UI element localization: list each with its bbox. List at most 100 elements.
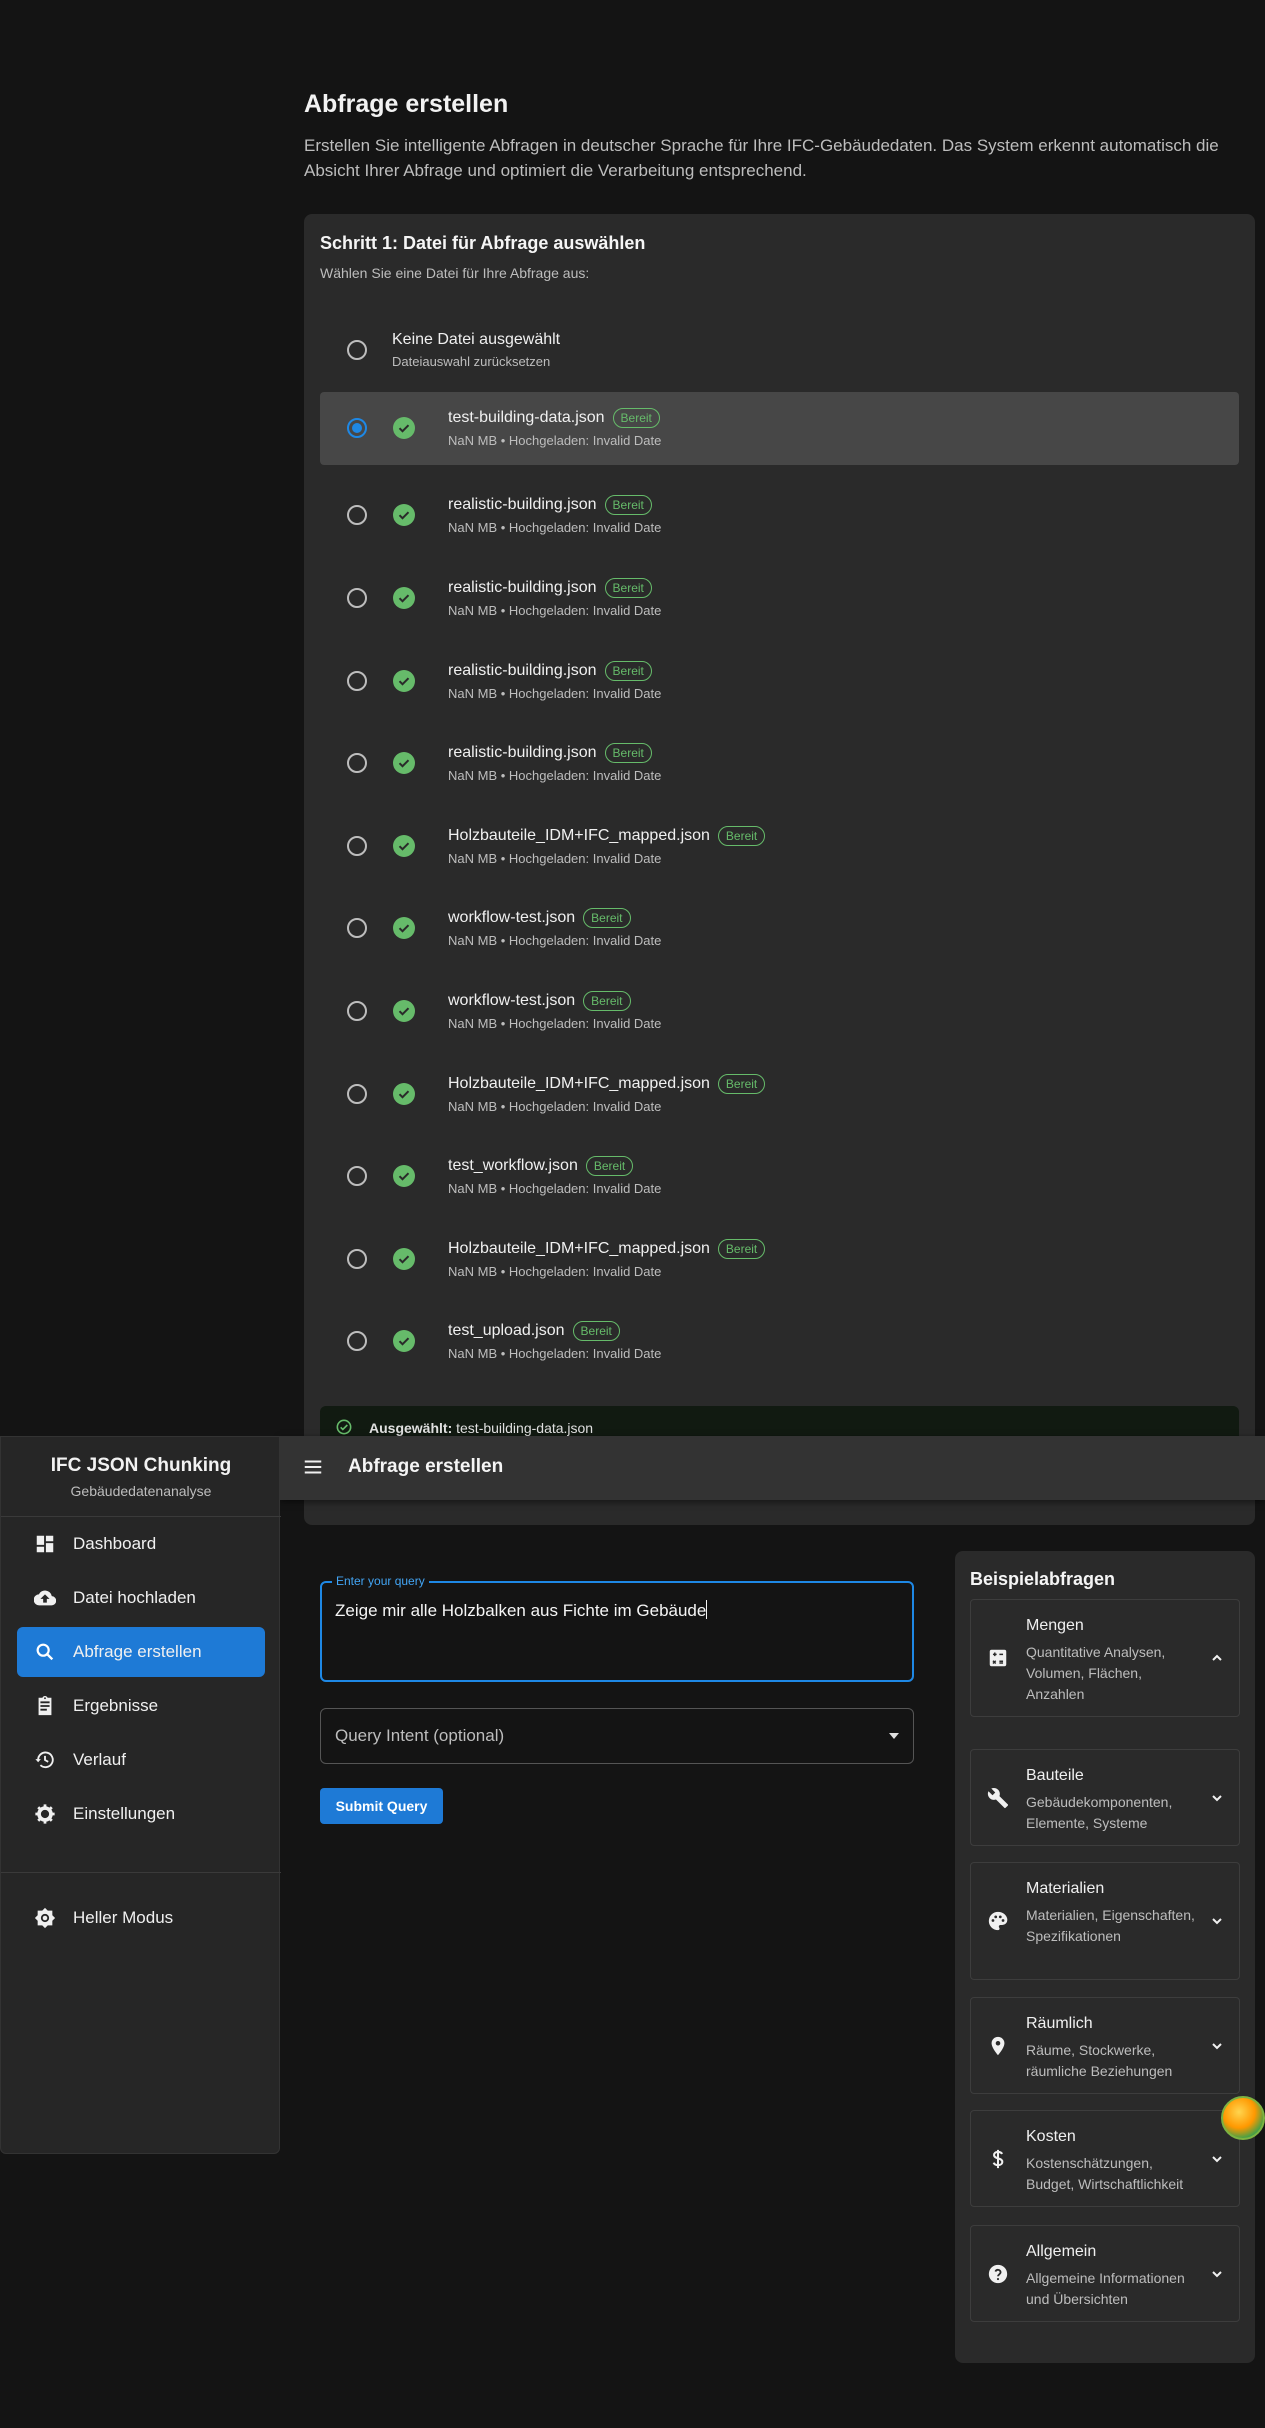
file-option[interactable]: realistic-building.json Bereit NaN MB • Ho…	[320, 722, 1239, 805]
radio-button[interactable]	[347, 753, 367, 774]
app-bar-title: Abfrage erstellen	[348, 1456, 504, 1477]
query-intent-placeholder: Query Intent (optional)	[335, 1726, 505, 1745]
sidebar-item-results[interactable]: Ergebnisse	[17, 1681, 265, 1731]
radio-button[interactable]	[347, 1083, 367, 1104]
page-title: Abfrage erstellen	[304, 90, 509, 118]
radio-button[interactable]	[347, 340, 367, 361]
check-circle-icon	[393, 1000, 415, 1023]
hamburger-menu-icon[interactable]	[302, 1456, 324, 1478]
status-badge: Bereit	[572, 1321, 620, 1342]
file-option[interactable]: Holzbauteile_IDM+IFC_mapped.json Bereit Na…	[320, 805, 1239, 888]
example-category-kosten[interactable]: Kosten Kostenschätzungen, Budget, Wirtsc…	[970, 2110, 1240, 2207]
file-option[interactable]: realistic-building.json Bereit NaN MB • Ho…	[320, 557, 1239, 640]
file-option[interactable]: realistic-building.json Bereit NaN MB • Ho…	[320, 639, 1239, 722]
check-circle-icon	[393, 752, 415, 775]
query-intent-select[interactable]: Query Intent (optional)	[320, 1708, 914, 1764]
file-option[interactable]: realistic-building.json Bereit NaN MB • Ho…	[320, 474, 1239, 557]
sidebar-item-query[interactable]: Abfrage erstellen	[17, 1627, 265, 1677]
chevron-down-icon[interactable]	[1211, 2268, 1223, 2280]
floating-avatar[interactable]	[1221, 2096, 1265, 2140]
radio-button[interactable]	[347, 505, 367, 526]
category-name: Räumlich	[1026, 2015, 1093, 2032]
file-name: Holzbauteile_IDM+IFC_mapped.json	[448, 826, 710, 844]
page-header: Abfrage erstellen Erstellen Sie intellig…	[304, 90, 1234, 183]
file-option[interactable]: Holzbauteile_IDM+IFC_mapped.json Bereit Na…	[320, 1052, 1239, 1135]
file-selection-card: Schritt 1: Datei für Abfrage auswählen W…	[304, 214, 1255, 1525]
status-badge: Bereit	[604, 660, 652, 681]
search-icon	[36, 1643, 54, 1661]
category-description: Räume, Stockwerke, räumliche Beziehungen	[1026, 2042, 1173, 2079]
category-description: Materialien, Eigenschaften, Spezifikatio…	[1026, 1907, 1195, 1944]
sidebar-item-label: Abfrage erstellen	[73, 1642, 202, 1661]
divider	[1, 1872, 281, 1873]
example-category-mengen[interactable]: Mengen Quantitative Analysen, Volumen, F…	[970, 1599, 1240, 1717]
status-badge: Bereit	[583, 991, 631, 1012]
category-name: Materialien	[1026, 1880, 1105, 1897]
radio-button[interactable]	[347, 588, 367, 609]
category-name: Kosten	[1026, 2128, 1076, 2145]
selected-file-name: test-building-data.json	[456, 1420, 594, 1436]
calculator-icon	[989, 1649, 1007, 1667]
sidebar-item-settings[interactable]: Einstellungen	[17, 1789, 265, 1839]
chevron-up-icon[interactable]	[1211, 1652, 1223, 1664]
selected-label: Ausgewählt:	[369, 1420, 453, 1436]
file-name: workflow-test.json	[448, 992, 576, 1010]
query-input-value[interactable]: Zeige mir alle Holzbalken aus Fichte im …	[335, 1601, 706, 1620]
file-option[interactable]: test-building-data.json Bereit NaN MB • Ho…	[320, 391, 1239, 465]
file-option[interactable]: test_upload.json Bereit NaN MB • Hochgelad…	[320, 1300, 1239, 1383]
file-option[interactable]: Holzbauteile_IDM+IFC_mapped.json Bereit Na…	[320, 1218, 1239, 1301]
brightness-icon	[34, 1907, 56, 1929]
sidebar-item-history[interactable]: Verlauf	[17, 1735, 265, 1785]
clipboard-icon	[38, 1695, 52, 1716]
file-option[interactable]: workflow-test.json Bereit NaN MB • Hochgel…	[320, 970, 1239, 1053]
check-circle-outline-icon	[336, 1419, 352, 1435]
sidebar-item-label: Ergebnisse	[73, 1696, 159, 1715]
sidebar-item-dashboard[interactable]: Dashboard	[17, 1519, 265, 1569]
check-circle-icon	[393, 1082, 415, 1105]
example-category-bauteile[interactable]: Bauteile Gebäudekomponenten, Elemente, S…	[970, 1749, 1240, 1846]
radio-button[interactable]	[347, 1331, 367, 1352]
location-pin-icon	[991, 2036, 1005, 2055]
file-meta: NaN MB • Hochgeladen: Invalid Date	[448, 433, 662, 449]
file-option[interactable]: workflow-test.json Bereit NaN MB • Hochgel…	[320, 887, 1239, 970]
example-category-allgemein[interactable]: Allgemein Allgemeine Informationen und Ü…	[970, 2225, 1240, 2322]
category-name: Mengen	[1026, 1617, 1084, 1634]
chevron-down-icon[interactable]	[1211, 2153, 1223, 2165]
query-input[interactable]: Enter your query Zeige mir alle Holzbalk…	[320, 1574, 914, 1682]
app-bar: Abfrage erstellen	[280, 1436, 1265, 1500]
step-subtitle: Wählen Sie eine Datei für Ihre Abfrage a…	[320, 265, 590, 281]
example-category-raeumlich[interactable]: Räumlich Räume, Stockwerke, räumliche Be…	[970, 1997, 1240, 2094]
radio-button[interactable]	[347, 1001, 367, 1022]
radio-button[interactable]	[347, 670, 367, 691]
query-input-label: Enter your query	[332, 1574, 429, 1588]
brand-subtitle: Gebäudedatenanalyse	[70, 1483, 212, 1499]
step-title: Schritt 1: Datei für Abfrage auswählen	[320, 233, 646, 253]
file-meta: NaN MB • Hochgeladen: Invalid Date	[448, 520, 662, 536]
chevron-down-icon[interactable]	[1211, 2040, 1223, 2052]
check-circle-icon	[393, 417, 415, 440]
file-meta: NaN MB • Hochgeladen: Invalid Date	[448, 768, 662, 784]
submit-query-button[interactable]: Submit Query	[320, 1788, 443, 1824]
radio-button[interactable]	[347, 418, 367, 439]
status-badge: Bereit	[583, 908, 631, 929]
category-description: Kostenschätzungen, Budget, Wirtschaftlic…	[1026, 2155, 1184, 2192]
chevron-down-icon[interactable]	[1211, 1792, 1223, 1804]
check-circle-icon	[393, 504, 415, 527]
file-name: test_workflow.json	[448, 1157, 578, 1175]
radio-button[interactable]	[347, 1248, 367, 1269]
sidebar-item-upload[interactable]: Datei hochladen	[17, 1573, 265, 1623]
sidebar-nav: Dashboard Datei hochladen Abfrage erstel…	[17, 1519, 265, 1843]
check-circle-icon	[393, 669, 415, 692]
example-category-materialien[interactable]: Materialien Materialien, Eigenschaften, …	[970, 1862, 1240, 1980]
file-option-none[interactable]: Keine Datei ausgewählt Dateiauswahl zurü…	[320, 309, 1239, 392]
radio-button[interactable]	[347, 918, 367, 939]
file-name: realistic-building.json	[448, 496, 597, 514]
file-option[interactable]: test_workflow.json Bereit NaN MB • Hochgel…	[320, 1135, 1239, 1218]
radio-button[interactable]	[347, 1166, 367, 1187]
status-badge: Bereit	[604, 743, 652, 764]
chevron-down-icon[interactable]	[1211, 1915, 1223, 1927]
status-badge: Bereit	[717, 1073, 766, 1094]
radio-button[interactable]	[347, 835, 367, 856]
file-name: realistic-building.json	[448, 661, 597, 679]
light-mode-toggle[interactable]: Heller Modus	[17, 1893, 265, 1943]
